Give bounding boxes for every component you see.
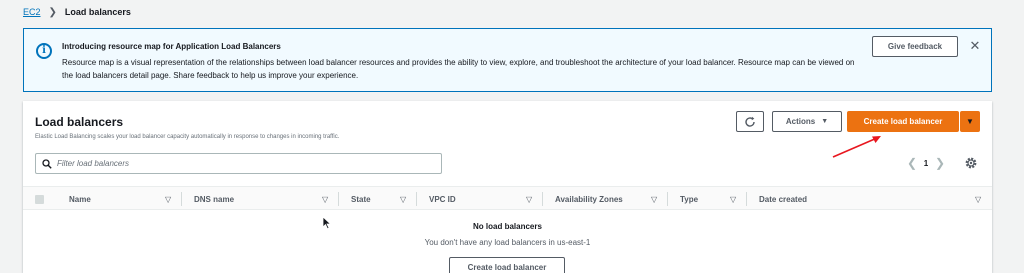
info-banner: i Introducing resource map for Applicati…: [23, 28, 992, 92]
column-divider: [746, 192, 747, 206]
sort-icon[interactable]: ▽: [400, 187, 406, 211]
sort-icon[interactable]: ▽: [165, 187, 171, 211]
column-divider: [338, 192, 339, 206]
actions-label: Actions: [785, 117, 816, 126]
empty-state-title: No load balancers: [473, 222, 542, 231]
prev-page-icon[interactable]: ❮: [905, 156, 919, 170]
breadcrumb-link-ec2[interactable]: EC2: [23, 7, 41, 17]
column-divider: [667, 192, 668, 206]
caret-down-icon: ▼: [966, 117, 974, 126]
column-name[interactable]: Name: [69, 187, 91, 211]
banner-body: Resource map is a visual representation …: [62, 58, 855, 80]
sort-icon[interactable]: ▽: [526, 187, 532, 211]
filter-field[interactable]: [35, 153, 442, 174]
pagination: ❮ 1 ❯: [905, 156, 947, 170]
empty-create-load-balancer-button[interactable]: Create load balancer: [449, 257, 565, 273]
banner-title: Introducing resource map for Application…: [62, 42, 281, 51]
panel-description: Elastic Load Balancing scales your load …: [35, 134, 340, 140]
caret-down-icon: ▼: [821, 118, 829, 125]
breadcrumb: EC2 ❯ Load balancers: [23, 6, 131, 18]
actions-button[interactable]: Actions ▼: [772, 111, 842, 132]
column-vpc-id[interactable]: VPC ID: [429, 187, 456, 211]
info-icon: i: [36, 43, 52, 59]
close-icon[interactable]: ✕: [967, 37, 983, 55]
sort-icon[interactable]: ▽: [322, 187, 328, 211]
mouse-cursor-icon: [322, 216, 332, 230]
sort-icon[interactable]: ▽: [730, 187, 736, 211]
table-header: Name ▽ DNS name ▽ State ▽ VPC ID ▽ Avail…: [23, 186, 992, 210]
page-title: Load balancers: [35, 115, 124, 129]
refresh-icon: [745, 116, 755, 127]
annotation-arrow-icon: [832, 136, 881, 158]
settings-icon[interactable]: [964, 156, 978, 170]
column-type[interactable]: Type: [680, 187, 698, 211]
search-icon: [42, 158, 52, 169]
column-dns-name[interactable]: DNS name: [194, 187, 234, 211]
create-dropdown-button[interactable]: ▼: [960, 111, 980, 132]
column-divider: [542, 192, 543, 206]
breadcrumb-current: Load balancers: [64, 7, 131, 17]
chevron-right-icon: ❯: [48, 6, 57, 18]
sort-icon[interactable]: ▽: [975, 187, 981, 211]
create-load-balancer-button[interactable]: Create load balancer: [847, 111, 959, 132]
refresh-button[interactable]: [736, 111, 764, 132]
column-divider: [181, 192, 182, 206]
column-state[interactable]: State: [351, 187, 371, 211]
column-date-created[interactable]: Date created: [759, 187, 807, 211]
empty-state-description: You don't have any load balancers in us-…: [424, 238, 591, 247]
column-divider: [416, 192, 417, 206]
filter-input[interactable]: [57, 159, 427, 168]
page-number[interactable]: 1: [919, 159, 933, 168]
give-feedback-button[interactable]: Give feedback: [872, 36, 958, 57]
column-availability-zones[interactable]: Availability Zones: [555, 187, 623, 211]
next-page-icon[interactable]: ❯: [933, 156, 947, 170]
sort-icon[interactable]: ▽: [651, 187, 657, 211]
load-balancers-panel: Load balancers Elastic Load Balancing sc…: [23, 101, 992, 273]
select-all-checkbox[interactable]: [35, 195, 44, 204]
